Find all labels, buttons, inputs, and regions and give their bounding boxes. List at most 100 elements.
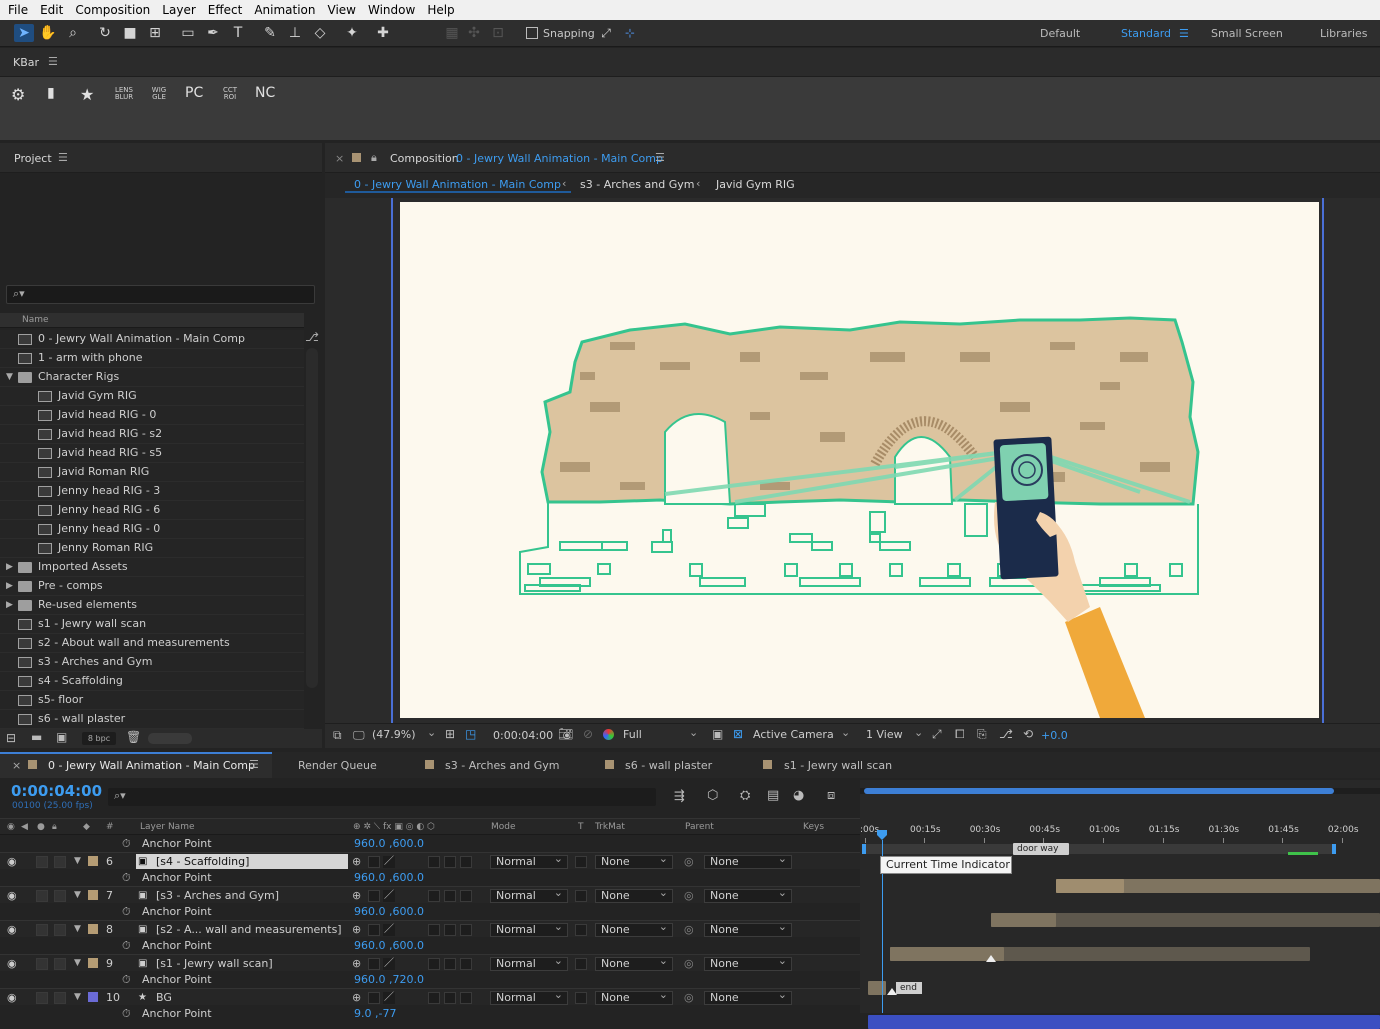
layer-color-label[interactable]: [88, 890, 98, 900]
project-panel-title[interactable]: Project: [14, 152, 52, 165]
audio-header-icon[interactable]: ◀: [21, 819, 28, 835]
reset-exposure-icon[interactable]: ⟲: [1023, 727, 1033, 741]
blend-mode-dropdown[interactable]: Normal: [490, 921, 568, 937]
expand-open-icon[interactable]: ▼: [6, 368, 13, 386]
marker-end[interactable]: end: [896, 982, 922, 994]
layer-9-bar[interactable]: [868, 981, 886, 995]
kbar-wiggle-button[interactable]: WIG GLE: [150, 87, 168, 101]
preserve-transparency-toggle[interactable]: [575, 856, 587, 868]
quality-slash-icon[interactable]: ／: [383, 856, 395, 868]
snap-features-icon[interactable]: ⊹: [620, 24, 640, 42]
quality-switch[interactable]: [368, 958, 380, 970]
expand-closed-icon[interactable]: ▶: [6, 577, 13, 595]
camera-view-dropdown[interactable]: Active Camera ⌄: [753, 726, 853, 744]
menu-window[interactable]: Window: [362, 3, 421, 17]
track-matte-dropdown[interactable]: None: [595, 989, 673, 1005]
project-item[interactable]: Javid Gym RIG: [0, 387, 304, 406]
fast-draft-icon[interactable]: ⧠: [955, 727, 965, 742]
frame-blending-icon[interactable]: ▤: [767, 788, 779, 803]
video-visibility-icon[interactable]: ◉: [7, 887, 17, 904]
track-matte-dropdown[interactable]: None: [595, 921, 673, 937]
kbar-nc-button[interactable]: NC: [255, 85, 275, 101]
layer-name[interactable]: ★ BG: [136, 990, 348, 1005]
adjustment-switch[interactable]: [444, 958, 456, 970]
current-time-indicator-head[interactable]: [877, 830, 887, 840]
snapshot-camera-icon[interactable]: 📷︎: [558, 727, 573, 741]
workspace-small-screen[interactable]: Small Screen: [1211, 27, 1283, 40]
quality-slash-icon[interactable]: ／: [383, 890, 395, 902]
kbar-pc-button[interactable]: PC: [185, 85, 203, 101]
view-axis-icon[interactable]: ⊡: [488, 24, 508, 42]
quality-slash-icon[interactable]: ／: [383, 992, 395, 1004]
tab-wall-scan[interactable]: s1 - Jewry wall scan: [784, 759, 892, 772]
mode-header[interactable]: Mode: [491, 819, 516, 835]
quality-slash-icon[interactable]: ／: [383, 924, 395, 936]
project-item[interactable]: s1 - Jewry wall scan: [0, 615, 304, 634]
marker-door-way[interactable]: door way: [1013, 843, 1069, 855]
composition-menu-icon[interactable]: ☰: [655, 151, 665, 164]
project-item[interactable]: 0 - Jewry Wall Animation - Main Comp: [0, 330, 304, 349]
menu-file[interactable]: File: [2, 3, 34, 17]
project-item[interactable]: s4 - Scaffolding: [0, 672, 304, 691]
clone-stamp-tool-icon[interactable]: ⊥: [285, 24, 305, 42]
layer-name[interactable]: ▣ [s3 - Arches and Gym]: [136, 888, 348, 903]
3d-layer-switch[interactable]: [460, 890, 472, 902]
expand-closed-icon[interactable]: ▶: [6, 558, 13, 576]
project-search-input[interactable]: ⌕▾: [6, 285, 315, 304]
anchor-point-row[interactable]: ⏱ Anchor Point 9.0 ,-77: [0, 1005, 860, 1022]
project-item[interactable]: ▶ Imported Assets: [0, 558, 304, 577]
lock-toggle[interactable]: [54, 890, 66, 902]
collapse-switch-icon[interactable]: ⊕: [352, 955, 364, 970]
magnification-dropdown[interactable]: (47.9%) ⌄: [372, 726, 442, 744]
document-icon[interactable]: ▮: [47, 85, 55, 101]
video-toggle-header-icon[interactable]: ◉: [7, 819, 15, 835]
adjustment-switch[interactable]: [444, 890, 456, 902]
parent-dropdown[interactable]: None: [704, 955, 792, 971]
layer-row[interactable]: ◉ ▼ 9 ▣ [s1 - Jewry wall scan] ⊕ ／ Normal None ◎ N…: [0, 954, 860, 971]
3d-layer-switch[interactable]: [460, 958, 472, 970]
timeline-search-input[interactable]: ⌕▾: [108, 788, 656, 806]
lock-icon[interactable]: 🔒︎: [371, 151, 377, 165]
layer-10-bg-bar[interactable]: [868, 1015, 1380, 1029]
menu-view[interactable]: View: [322, 3, 362, 17]
lock-toggle[interactable]: [54, 958, 66, 970]
project-scrollbar[interactable]: [306, 348, 318, 688]
adjustment-switch[interactable]: [444, 992, 456, 1004]
parent-dropdown[interactable]: None: [704, 853, 792, 869]
solo-toggle[interactable]: [36, 856, 48, 868]
exposure-value[interactable]: +0.0: [1041, 729, 1068, 742]
local-axis-icon[interactable]: ▦: [442, 24, 462, 42]
thumbnail-slider[interactable]: [148, 733, 192, 744]
pan-behind-tool-icon[interactable]: ⊞: [145, 24, 165, 42]
roto-brush-tool-icon[interactable]: ✦: [342, 24, 362, 42]
safe-margins-icon[interactable]: ⊞: [445, 727, 455, 741]
3d-layer-switch[interactable]: [460, 924, 472, 936]
layer-color-label[interactable]: [88, 924, 98, 934]
trash-icon[interactable]: 🗑: [126, 730, 141, 744]
stopwatch-icon[interactable]: ⏱: [122, 971, 131, 988]
viewer-timecode[interactable]: 0:00:04:00: [493, 729, 553, 742]
3d-layer-switch[interactable]: [460, 992, 472, 1004]
lock-toggle[interactable]: [54, 992, 66, 1004]
snapping-checkbox[interactable]: [526, 27, 538, 39]
preserve-transparency-toggle[interactable]: [575, 992, 587, 1004]
video-visibility-icon[interactable]: ◉: [7, 989, 17, 1006]
project-item[interactable]: Jenny head RIG - 6: [0, 501, 304, 520]
pick-whip-icon[interactable]: ◎: [684, 853, 694, 870]
anchor-point-value[interactable]: 960.0 ,720.0: [354, 971, 424, 988]
composition-canvas[interactable]: [400, 202, 1319, 718]
anchor-point-row[interactable]: ⏱ Anchor Point 960.0 ,720.0: [0, 971, 860, 988]
star-icon[interactable]: ★: [80, 85, 94, 104]
toggle-pixel-aspect-icon[interactable]: ⤢: [932, 727, 942, 742]
interpret-footage-icon[interactable]: ⊟: [6, 731, 16, 745]
collapse-switch-icon[interactable]: ⊕: [352, 921, 364, 936]
motion-blur-switch[interactable]: [428, 958, 440, 970]
stopwatch-icon[interactable]: ⏱: [122, 903, 131, 920]
pick-whip-icon[interactable]: ◎: [684, 887, 694, 904]
3d-layer-switch[interactable]: [460, 856, 472, 868]
blend-mode-dropdown[interactable]: Normal: [490, 887, 568, 903]
tab-menu-icon[interactable]: ☰: [249, 758, 259, 771]
parent-header[interactable]: Parent: [685, 819, 714, 835]
layer-6-bar-selected[interactable]: [1056, 879, 1124, 893]
menu-animation[interactable]: Animation: [248, 3, 321, 17]
